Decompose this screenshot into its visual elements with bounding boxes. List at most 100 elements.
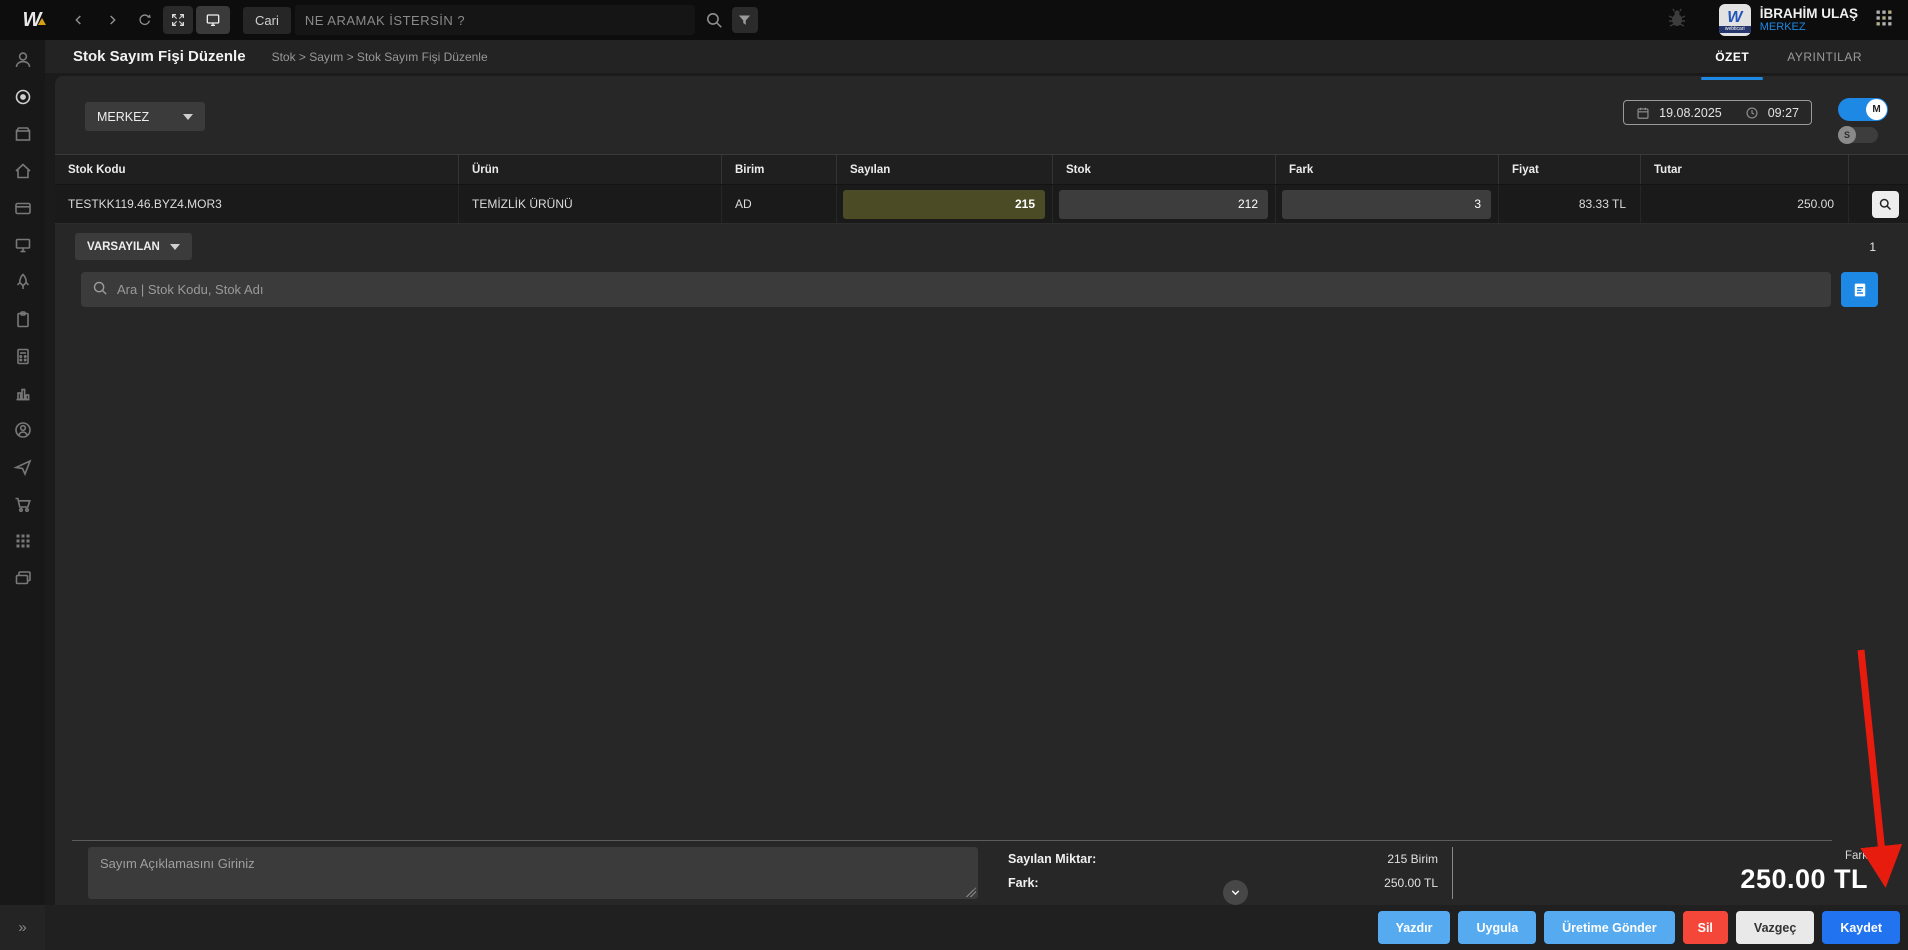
bug-report-icon[interactable]: [1665, 6, 1689, 35]
col-urun[interactable]: Ürün: [458, 155, 721, 184]
left-sidebar: »: [0, 40, 45, 950]
cell-actions: [1848, 185, 1908, 223]
item-search-input[interactable]: [81, 272, 1831, 307]
home-icon[interactable]: [13, 161, 33, 181]
filter-button[interactable]: [731, 7, 758, 33]
total-block: Fark 250.00 TL: [1467, 849, 1908, 897]
account-circle-icon[interactable]: [13, 420, 33, 440]
user-icon[interactable]: [13, 50, 33, 70]
grid-icon: [1876, 10, 1892, 25]
forward-button[interactable]: [97, 6, 127, 34]
card-icon[interactable]: [13, 198, 33, 218]
user-info[interactable]: İBRAHİM ULAŞ MERKEZ: [1760, 6, 1858, 34]
send-to-production-button[interactable]: Üretime Gönder: [1544, 911, 1675, 944]
archive-box-icon[interactable]: [13, 124, 33, 144]
col-sayilan[interactable]: Sayılan: [836, 155, 1052, 184]
pos-monitor-icon[interactable]: [13, 235, 33, 255]
save-button[interactable]: Kaydet: [1822, 911, 1900, 944]
counted-qty-value: 215 Birim: [1387, 852, 1438, 866]
clipboard-icon[interactable]: [13, 309, 33, 329]
apply-button[interactable]: Uygula: [1458, 911, 1537, 944]
target-icon[interactable]: [13, 87, 33, 107]
cell-fiyat: 83.33 TL: [1498, 185, 1640, 223]
fullscreen-button[interactable]: [163, 6, 193, 34]
total-value: 250.00 TL: [1740, 864, 1868, 895]
logo-mark: W: [22, 8, 42, 31]
apps-menu-button[interactable]: [1874, 8, 1894, 33]
col-fark[interactable]: Fark: [1275, 155, 1498, 184]
difference-value: 250.00 TL: [1384, 876, 1438, 890]
search-icon: [92, 280, 109, 302]
chevron-down-icon: [183, 113, 193, 120]
refresh-button[interactable]: [130, 6, 160, 34]
difference-label: Fark:: [1008, 876, 1039, 890]
filter-row: MERKEZ 19.08.2025 09:27 M S: [55, 76, 1908, 154]
monitor-view-button[interactable]: [196, 6, 230, 34]
col-birim[interactable]: Birim: [721, 155, 836, 184]
row-search-button[interactable]: [1871, 190, 1899, 218]
chart-bars-icon[interactable]: [13, 383, 33, 403]
app-logo[interactable]: W: [10, 9, 52, 32]
tab-ozet[interactable]: ÖZET: [1701, 40, 1764, 80]
main-panel: MERKEZ 19.08.2025 09:27 M S Stok Kodu Ür…: [55, 76, 1908, 905]
layers-icon[interactable]: [13, 568, 33, 588]
app-window: W Cari W webticari: [0, 0, 1908, 950]
user-avatar[interactable]: W webticari: [1718, 4, 1751, 36]
table-header: Stok Kodu Ürün Birim Sayılan Stok Fark F…: [55, 154, 1908, 185]
price-list-select[interactable]: VARSAYILAN: [75, 233, 192, 260]
warehouse-select[interactable]: MERKEZ: [85, 102, 205, 131]
breadcrumb[interactable]: Stok > Sayım > Stok Sayım Fişi Düzenle: [272, 50, 488, 64]
delete-button[interactable]: Sil: [1682, 911, 1728, 944]
avatar-logo: W: [1727, 8, 1743, 26]
document-list-icon: [1854, 283, 1865, 296]
search-icon: [1879, 198, 1891, 210]
apps-grid-icon[interactable]: [13, 531, 33, 551]
monitor-icon: [206, 14, 220, 26]
send-icon[interactable]: [12, 457, 33, 477]
summary-block: Sayılan Miktar: 215 Birim Fark: 250.00 T…: [1008, 847, 1438, 905]
counted-qty-input[interactable]: [843, 189, 1045, 219]
difference-qty-input[interactable]: [1282, 189, 1491, 219]
tab-ayrintilar[interactable]: AYRINTILAR: [1781, 40, 1868, 73]
warehouse-select-value: MERKEZ: [97, 109, 150, 124]
chevron-down-icon: [169, 243, 180, 250]
user-branch: MERKEZ: [1759, 21, 1806, 34]
back-button[interactable]: [64, 6, 94, 34]
cart-icon[interactable]: [13, 494, 33, 514]
barcode-list-button[interactable]: [1841, 272, 1878, 307]
toggle-s[interactable]: S: [1838, 126, 1878, 144]
vertical-divider: [1452, 847, 1453, 899]
resize-grip-icon[interactable]: [966, 887, 976, 897]
page-header: Stok Sayım Fişi Düzenle Stok > Sayım > S…: [45, 40, 1908, 80]
content-empty-area: [55, 315, 1908, 840]
print-button[interactable]: Yazdır: [1377, 911, 1451, 944]
sidebar-expand-button[interactable]: »: [0, 905, 45, 950]
toggle-m-knob: M: [1866, 99, 1887, 120]
toggle-m[interactable]: M: [1838, 98, 1888, 121]
col-stok[interactable]: Stok: [1052, 155, 1275, 184]
col-tutar[interactable]: Tutar: [1640, 155, 1848, 184]
col-stok-kodu[interactable]: Stok Kodu: [55, 155, 458, 184]
search-context-selector[interactable]: Cari: [243, 6, 291, 34]
stock-qty-input[interactable]: [1059, 189, 1268, 219]
clock-icon: [1745, 106, 1759, 120]
item-search-row: [55, 264, 1908, 315]
cancel-button[interactable]: Vazgeç: [1735, 911, 1815, 944]
refresh-icon: [139, 14, 151, 26]
global-search-input[interactable]: [294, 5, 695, 35]
calculator-icon[interactable]: [13, 346, 33, 366]
top-bar: W Cari W webticari: [0, 0, 1908, 40]
cell-sayilan: [836, 185, 1052, 223]
col-fiyat[interactable]: Fiyat: [1498, 155, 1640, 184]
fullscreen-icon: [172, 14, 184, 26]
rocket-icon[interactable]: [13, 272, 33, 292]
date-value: 19.08.2025: [1659, 105, 1722, 120]
count-description-textarea[interactable]: [88, 847, 978, 899]
price-list-value: VARSAYILAN: [87, 240, 160, 253]
expand-summary-button[interactable]: [1223, 880, 1248, 905]
table-row: TESTKK119.46.BYZ4.MOR3 TEMİZLİK ÜRÜNÜ AD…: [55, 185, 1908, 224]
datetime-field[interactable]: 19.08.2025 09:27: [1623, 100, 1812, 125]
cell-stok: [1052, 185, 1275, 223]
search-icon[interactable]: [705, 11, 724, 30]
action-bar: Yazdır Uygula Üretime Gönder Sil Vazgeç …: [45, 905, 1908, 950]
